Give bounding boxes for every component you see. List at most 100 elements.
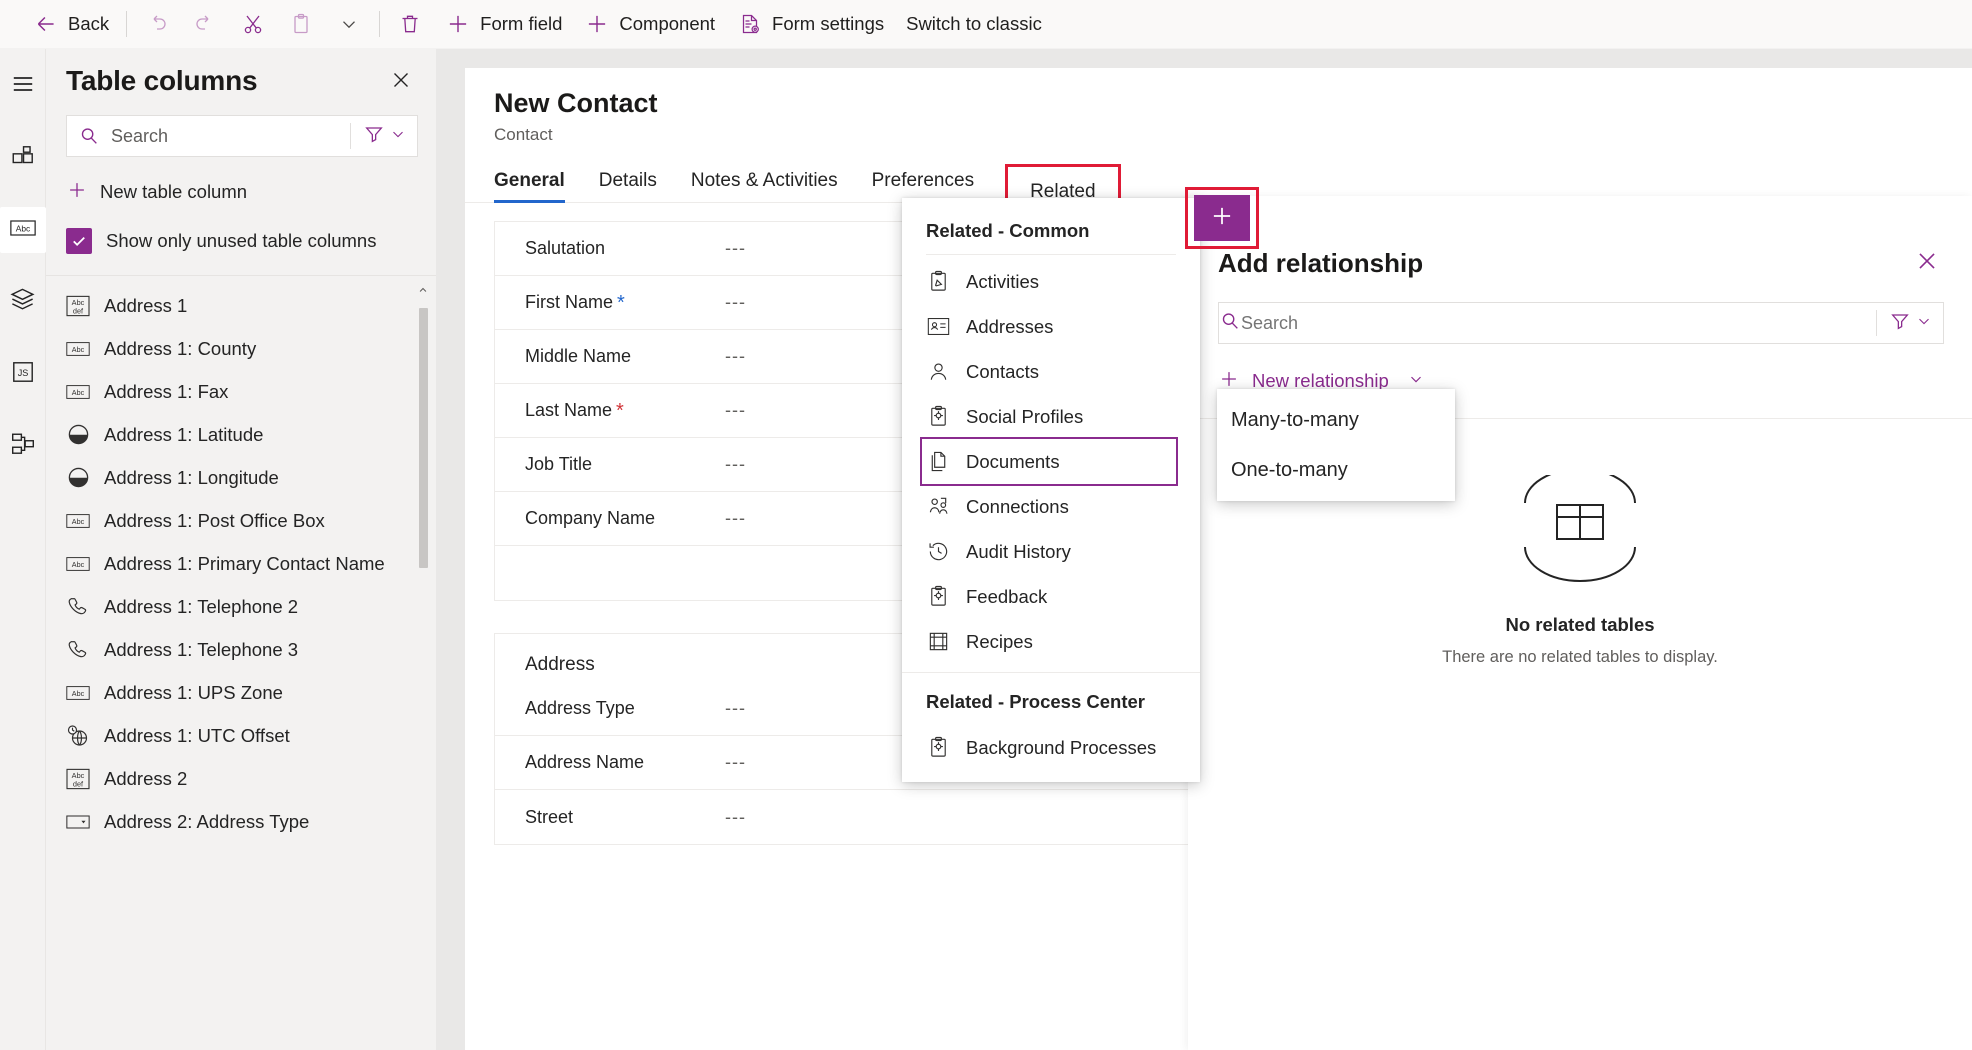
scrollbar-thumb[interactable] — [419, 308, 428, 568]
list-item[interactable]: Address 1: Longitude — [46, 456, 436, 499]
field-label: Middle Name — [525, 346, 632, 366]
list-item-label: Address 1: Longitude — [104, 466, 279, 488]
list-item[interactable]: Abc Address 1: Primary Contact Name — [46, 542, 436, 585]
menu-item-recipes[interactable]: Recipes — [902, 619, 1200, 664]
menu-item-feedback[interactable]: Feedback — [902, 574, 1200, 619]
list-item[interactable]: Abc def Address 2 — [46, 757, 436, 800]
list-item-label: Address 1: Telephone 3 — [104, 638, 299, 660]
show-unused-columns-checkbox-row[interactable]: Show only unused table columns — [66, 225, 436, 257]
field-label: Salutation — [525, 238, 606, 258]
rail-hamburger-menu[interactable] — [0, 63, 46, 109]
list-item-label: Address 1: UPS Zone — [104, 681, 283, 703]
arrow-left-icon — [33, 11, 59, 37]
list-item[interactable]: Address 1: UTC Offset — [46, 714, 436, 757]
list-item[interactable]: Abc Address 1: UPS Zone — [46, 671, 436, 714]
add-component-button[interactable]: Component — [573, 4, 726, 44]
redo-button[interactable] — [181, 4, 229, 44]
background-process-icon — [926, 736, 950, 760]
relationship-search-row — [1218, 302, 1944, 344]
svg-text:def: def — [73, 779, 84, 788]
field-label-wrap: Address Name — [525, 752, 725, 773]
audit-history-icon — [926, 540, 950, 564]
form-settings-button[interactable]: Form settings — [726, 4, 895, 44]
tab-details[interactable]: Details — [599, 170, 657, 203]
text-icon: Abc — [66, 681, 90, 705]
list-item[interactable]: Abc Address 1: Post Office Box — [46, 499, 436, 542]
switch-to-classic-label: Switch to classic — [906, 13, 1042, 34]
field-value: --- — [725, 238, 746, 258]
list-item[interactable]: Abc Address 1: County — [46, 327, 436, 370]
rail-table-columns[interactable]: Abc — [0, 207, 46, 253]
list-item-label: Address 1: Latitude — [104, 423, 264, 445]
list-item[interactable]: Abc Address 1: Fax — [46, 370, 436, 413]
add-relationship-button[interactable] — [1194, 195, 1250, 241]
add-relationship-button-highlight — [1185, 187, 1259, 249]
close-relationship-panel-button[interactable] — [1910, 246, 1944, 280]
relationship-filter-button[interactable] — [1877, 310, 1943, 337]
rail-js-code[interactable]: JS — [0, 351, 46, 397]
svg-text:Abc: Abc — [72, 516, 85, 525]
rail-layers[interactable] — [0, 279, 46, 325]
list-item[interactable]: Address 2: Address Type — [46, 800, 436, 843]
rail-components[interactable] — [0, 135, 46, 181]
menu-item-connections[interactable]: Connections — [902, 484, 1200, 529]
tab-general[interactable]: General — [494, 170, 565, 203]
plus-icon — [445, 11, 471, 37]
undo-icon — [144, 11, 170, 37]
rail-relationships[interactable] — [0, 423, 46, 469]
menu-item-one-to-many[interactable]: One-to-many — [1217, 445, 1455, 495]
paste-button[interactable] — [277, 4, 325, 44]
list-item-label: Address 1: Post Office Box — [104, 509, 325, 531]
required-indicator: * — [616, 399, 624, 422]
list-item[interactable]: Address 1: Telephone 2 — [46, 585, 436, 628]
switch-to-classic-button[interactable]: Switch to classic — [895, 4, 1053, 44]
checkbox[interactable] — [66, 228, 92, 254]
plus-icon — [584, 11, 610, 37]
columns-list-scrollbar[interactable] — [416, 282, 430, 1050]
cut-button[interactable] — [229, 4, 277, 44]
multiline-text-icon: Abc def — [66, 767, 90, 791]
relationship-search-input[interactable] — [1241, 312, 1876, 334]
delete-button[interactable] — [386, 4, 434, 44]
menu-item-label: Social Profiles — [966, 405, 1084, 427]
menu-item-label: Recipes — [966, 630, 1033, 652]
svg-text:Abc: Abc — [72, 387, 85, 396]
columns-filter-button[interactable] — [351, 123, 417, 150]
new-table-column-label: New table column — [100, 181, 248, 202]
list-item-label: Address 1: Primary Contact Name — [104, 552, 385, 574]
menu-item-background-processes[interactable]: Background Processes — [902, 725, 1200, 770]
contact-icon — [926, 360, 950, 384]
more-commands-button[interactable] — [325, 4, 373, 44]
social-profile-icon — [926, 405, 950, 429]
new-table-column-button[interactable]: New table column — [66, 175, 436, 209]
add-form-field-button[interactable]: Form field — [434, 4, 573, 44]
page-title: New Contact — [494, 88, 658, 118]
undo-button[interactable] — [133, 4, 181, 44]
recipes-icon — [926, 630, 950, 654]
tab-notes-activities[interactable]: Notes & Activities — [691, 170, 838, 203]
js-code-icon: JS — [10, 359, 36, 390]
menu-item-contacts[interactable]: Contacts — [902, 349, 1200, 394]
menu-item-documents[interactable]: Documents — [920, 437, 1178, 486]
text-icon: Abc — [66, 509, 90, 533]
show-unused-columns-label: Show only unused table columns — [106, 230, 377, 251]
back-button[interactable]: Back — [22, 4, 120, 44]
empty-table-illustration-icon — [1505, 468, 1655, 590]
close-panel-button[interactable] — [384, 65, 418, 99]
menu-item-social-profiles[interactable]: Social Profiles — [902, 394, 1200, 439]
left-rail: Abc JS — [0, 49, 46, 1050]
menu-item-activities[interactable]: Activities — [902, 259, 1200, 304]
list-item[interactable]: Address 1: Telephone 3 — [46, 628, 436, 671]
menu-item-addresses[interactable]: Addresses — [902, 304, 1200, 349]
documents-icon — [926, 450, 950, 474]
columns-search-input[interactable] — [111, 125, 350, 147]
menu-item-many-to-many[interactable]: Many-to-many — [1217, 395, 1455, 445]
add-relationship-header: Add relationship — [1188, 196, 1972, 280]
scroll-up-arrow[interactable] — [416, 282, 430, 298]
svg-text:Abc: Abc — [15, 223, 29, 233]
menu-item-audit-history[interactable]: Audit History — [902, 529, 1200, 574]
columns-search-row — [66, 115, 418, 157]
list-item[interactable]: Abc def Address 1 — [46, 284, 436, 327]
related-process-header: Related - Process Center — [902, 672, 1200, 725]
list-item[interactable]: Address 1: Latitude — [46, 413, 436, 456]
